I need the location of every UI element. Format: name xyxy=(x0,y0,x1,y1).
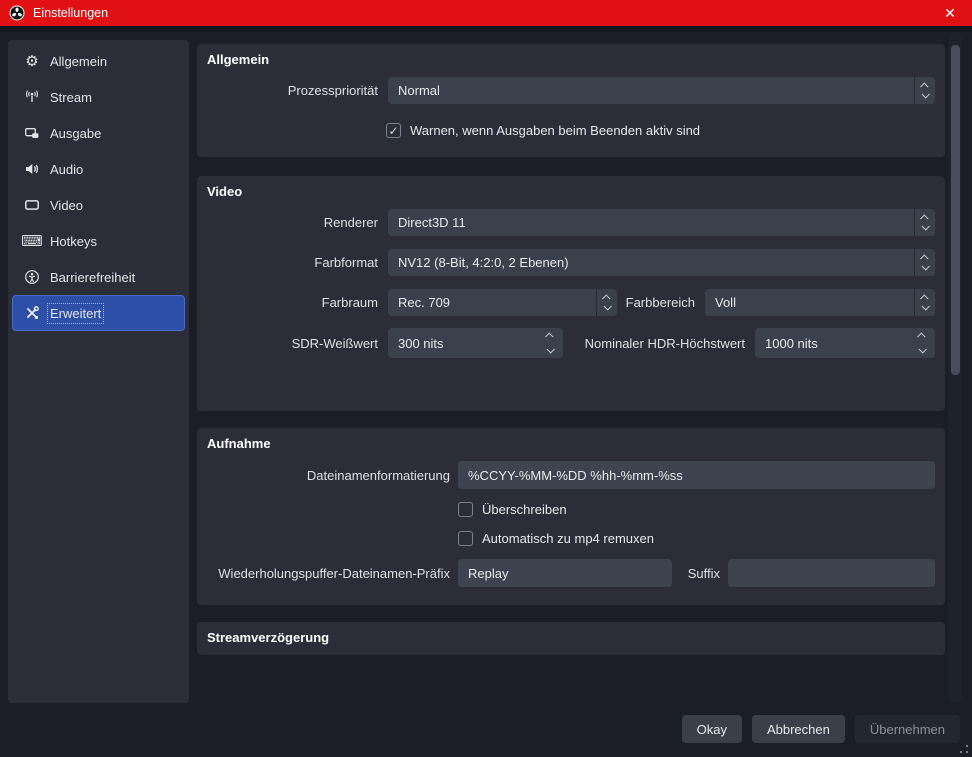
titlebar-shadow xyxy=(0,26,972,32)
replay-praefix-label: Wiederholungspuffer-Dateinamen-Präfix xyxy=(218,565,450,581)
sidebar-item-label: Hotkeys xyxy=(50,233,97,249)
sidebar-item-label: Barrierefreiheit xyxy=(50,269,136,285)
renderer-label: Renderer xyxy=(323,215,378,230)
hdr-hoechstwert-value: 1000 nits xyxy=(765,335,818,351)
farbraum-label: Farbraum xyxy=(321,295,378,310)
window-title: Einstellungen xyxy=(33,6,109,20)
combo-arrows-icon[interactable] xyxy=(914,209,935,236)
farbformat-select[interactable]: NV12 (8-Bit, 4:2:0, 2 Ebenen) xyxy=(388,249,935,276)
gear-icon: ⚙ xyxy=(25,53,39,70)
renderer-select[interactable]: Direct3D 11 xyxy=(388,209,935,236)
section-video: Video Renderer Direct3D 11 Farbformat NV… xyxy=(197,176,945,411)
farbformat-label: Farbformat xyxy=(314,255,378,270)
farbraum-value: Rec. 709 xyxy=(398,295,451,310)
suffix-input[interactable] xyxy=(728,559,935,587)
sdr-weisswert-value: 300 nits xyxy=(398,335,444,351)
combo-arrows-icon[interactable] xyxy=(914,77,935,104)
combo-arrows-icon[interactable] xyxy=(914,249,935,276)
spinbox-arrows-icon[interactable] xyxy=(537,328,563,358)
combo-arrows-icon[interactable] xyxy=(914,289,935,316)
farbformat-value: NV12 (8-Bit, 4:2:0, 2 Ebenen) xyxy=(398,255,569,270)
sidebar-item-barrierefreiheit[interactable]: Barrierefreiheit xyxy=(12,259,185,295)
okay-button[interactable]: Okay xyxy=(681,715,742,743)
abbrechen-button[interactable]: Abbrechen xyxy=(751,715,845,743)
farbbereich-label: Farbbereich xyxy=(625,295,695,310)
obs-logo-icon xyxy=(9,5,25,21)
monitor-icon xyxy=(23,197,41,213)
sidebar-item-label: Ausgabe xyxy=(50,125,102,141)
scrollbar-thumb[interactable] xyxy=(951,45,960,375)
renderer-value: Direct3D 11 xyxy=(398,215,466,230)
warn-checkbox-label[interactable]: Warnen, wenn Ausgaben beim Beenden aktiv… xyxy=(410,123,700,138)
sidebar-item-video[interactable]: Video xyxy=(12,187,185,223)
sdr-weisswert-label: SDR-Weißwert xyxy=(291,335,378,351)
dateinamenformatierung-input[interactable]: %CCYY-%MM-%DD %hh-%mm-%ss xyxy=(458,461,935,489)
hdr-hoechstwert-label: Nominaler HDR-Höchstwert xyxy=(584,335,745,351)
sidebar-item-label: Erweitert xyxy=(46,302,105,324)
sidebar-item-label: Allgemein xyxy=(50,53,108,69)
settings-sidebar: ⚙ Allgemein Stream Ausgabe Audio Video ⌨… xyxy=(8,40,189,703)
sidebar-item-erweitert[interactable]: Erweitert xyxy=(12,295,185,331)
remux-checkbox-label[interactable]: Automatisch zu mp4 remuxen xyxy=(482,531,654,546)
suffix-label: Suffix xyxy=(687,565,720,581)
titlebar: Einstellungen ✕ xyxy=(0,0,972,26)
keyboard-icon: ⌨ xyxy=(21,233,43,250)
broadcast-icon xyxy=(23,89,41,105)
dialog-buttons: Okay Abbrechen Übernehmen xyxy=(681,715,960,743)
section-title: Aufnahme xyxy=(207,436,271,451)
sidebar-item-label: Video xyxy=(50,197,84,213)
sidebar-item-ausgabe[interactable]: Ausgabe xyxy=(12,115,185,151)
farbraum-select[interactable]: Rec. 709 xyxy=(388,289,617,316)
section-title: Video xyxy=(207,184,243,199)
speaker-icon xyxy=(23,161,41,177)
sidebar-item-label: Audio xyxy=(50,161,84,177)
section-streamverzoegerung: Streamverzögerung xyxy=(197,622,945,655)
replay-praefix-value: Replay xyxy=(468,565,509,581)
sidebar-item-label: Stream xyxy=(50,89,92,105)
prozessprioritaet-label: Prozesspriorität xyxy=(287,83,378,98)
remux-checkbox[interactable] xyxy=(458,531,473,546)
replay-praefix-input[interactable]: Replay xyxy=(458,559,672,587)
uebernehmen-button[interactable]: Übernehmen xyxy=(854,715,960,743)
close-icon[interactable]: ✕ xyxy=(937,0,963,26)
accessibility-icon xyxy=(23,269,41,285)
tools-icon xyxy=(23,305,41,321)
prozessprioritaet-value: Normal xyxy=(398,83,440,98)
ueberschreiben-checkbox-label[interactable]: Überschreiben xyxy=(482,502,567,517)
ueberschreiben-checkbox[interactable] xyxy=(458,502,473,517)
section-aufnahme: Aufnahme Dateinamenformatierung %CCYY-%M… xyxy=(197,428,945,605)
prozessprioritaet-select[interactable]: Normal xyxy=(388,77,935,104)
sidebar-item-audio[interactable]: Audio xyxy=(12,151,185,187)
combo-arrows-icon[interactable] xyxy=(596,289,617,316)
dateinamenformatierung-label: Dateinamenformatierung xyxy=(306,467,450,483)
dateinamenformatierung-value: %CCYY-%MM-%DD %hh-%mm-%ss xyxy=(468,467,683,483)
output-icon xyxy=(23,125,41,141)
sdr-weisswert-spinbox[interactable]: 300 nits xyxy=(388,328,563,358)
farbbereich-value: Voll xyxy=(715,295,736,310)
spinbox-arrows-icon[interactable] xyxy=(909,328,935,358)
sidebar-item-hotkeys[interactable]: ⌨ Hotkeys xyxy=(12,223,185,259)
farbbereich-select[interactable]: Voll xyxy=(705,289,935,316)
hdr-hoechstwert-spinbox[interactable]: 1000 nits xyxy=(755,328,935,358)
section-title: Streamverzögerung xyxy=(207,630,330,645)
warn-checkbox[interactable] xyxy=(386,123,401,138)
sidebar-item-allgemein[interactable]: ⚙ Allgemein xyxy=(12,43,185,79)
sidebar-item-stream[interactable]: Stream xyxy=(12,79,185,115)
section-title: Allgemein xyxy=(207,52,270,67)
section-allgemein: Allgemein Prozesspriorität Normal Warnen… xyxy=(197,44,945,157)
